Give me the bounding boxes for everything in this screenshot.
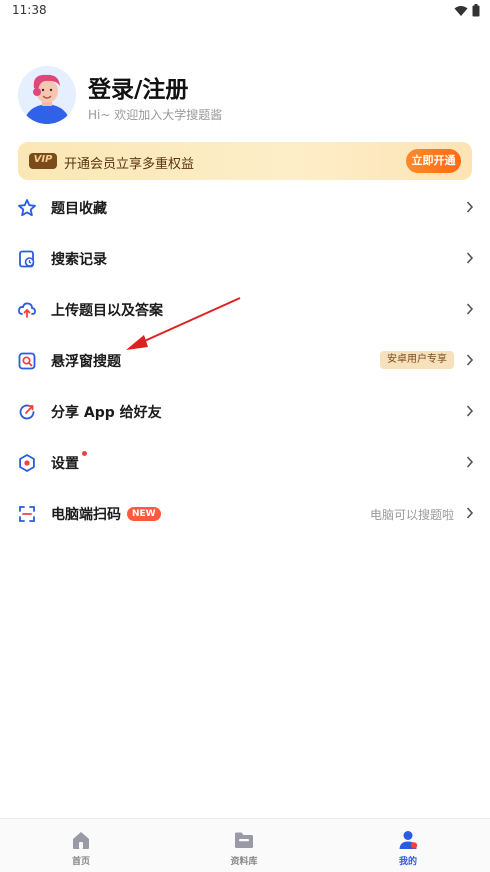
nav-home[interactable]: 首页	[41, 827, 121, 871]
menu-label-settings: 设置	[51, 456, 79, 472]
new-badge: NEW	[127, 507, 161, 521]
profile-header[interactable]: 登录/注册 Hi~ 欢迎加入大学搜题酱	[18, 66, 478, 126]
annotation-arrow-icon	[126, 297, 241, 350]
wifi-icon	[454, 5, 468, 16]
battery-icon	[472, 4, 480, 17]
status-bar: 11:38	[0, 0, 490, 22]
menu-item-search-history[interactable]: 搜索记录	[0, 233, 490, 284]
open-vip-button[interactable]: 立即开通	[406, 149, 461, 173]
chevron-right-icon	[466, 201, 474, 213]
nav-library[interactable]: 资料库	[204, 827, 284, 871]
menu-list: 题目收藏 搜索记录 上传题目以及答案 悬浮窗搜题 安卓用户专享 分享 App 给…	[0, 182, 490, 539]
menu-item-floating-search[interactable]: 悬浮窗搜题 安卓用户专享	[0, 335, 490, 386]
bottom-nav: 首页 资料库 我的	[0, 818, 490, 872]
avatar[interactable]	[18, 66, 76, 124]
settings-icon	[19, 454, 35, 472]
settings-notification-dot	[82, 451, 87, 456]
nav-mine-label: 我的	[398, 857, 417, 867]
folder-icon	[235, 832, 253, 848]
vip-promo-text: 开通会员立享多重权益	[64, 157, 195, 172]
nav-home-label: 首页	[71, 857, 90, 867]
menu-label-search-history: 搜索记录	[51, 252, 107, 268]
vip-badge-text: VIP	[33, 154, 53, 165]
vip-banner[interactable]: VIP 开通会员立享多重权益 立即开通	[18, 142, 472, 180]
home-icon	[73, 832, 89, 849]
menu-label-share: 分享 App 给好友	[51, 405, 162, 421]
menu-label-pc-scan: 电脑端扫码	[51, 507, 121, 523]
status-time: 11:38	[12, 3, 47, 17]
chevron-right-icon	[466, 507, 474, 519]
vip-badge-icon: VIP	[29, 153, 57, 169]
menu-item-pc-scan[interactable]: 电脑端扫码 NEW 电脑可以搜题啦	[0, 488, 490, 539]
upload-icon	[18, 302, 36, 318]
menu-item-upload[interactable]: 上传题目以及答案	[0, 284, 490, 335]
android-exclusive-tag: 安卓用户专享	[380, 351, 454, 369]
nav-library-label: 资料库	[230, 857, 258, 867]
menu-label-favorites: 题目收藏	[51, 201, 107, 217]
star-icon	[18, 199, 36, 217]
chevron-right-icon	[466, 303, 474, 315]
history-icon	[19, 250, 35, 268]
share-icon	[19, 404, 35, 420]
chevron-right-icon	[466, 252, 474, 264]
nav-mine[interactable]: 我的	[368, 827, 448, 871]
floating-search-icon	[18, 352, 36, 370]
chevron-right-icon	[466, 405, 474, 417]
menu-item-settings[interactable]: 设置	[0, 437, 490, 488]
status-icons	[454, 4, 480, 17]
menu-item-share[interactable]: 分享 App 给好友	[0, 386, 490, 437]
welcome-subtitle: Hi~ 欢迎加入大学搜题酱	[88, 108, 223, 122]
chevron-right-icon	[466, 354, 474, 366]
chevron-right-icon	[466, 456, 474, 468]
menu-label-floating-search: 悬浮窗搜题	[51, 354, 121, 370]
user-icon	[399, 831, 418, 849]
scan-icon	[19, 506, 35, 522]
login-register-title[interactable]: 登录/注册	[88, 70, 188, 104]
pc-scan-hint: 电脑可以搜题啦	[369, 508, 454, 522]
menu-item-favorites[interactable]: 题目收藏	[0, 182, 490, 233]
